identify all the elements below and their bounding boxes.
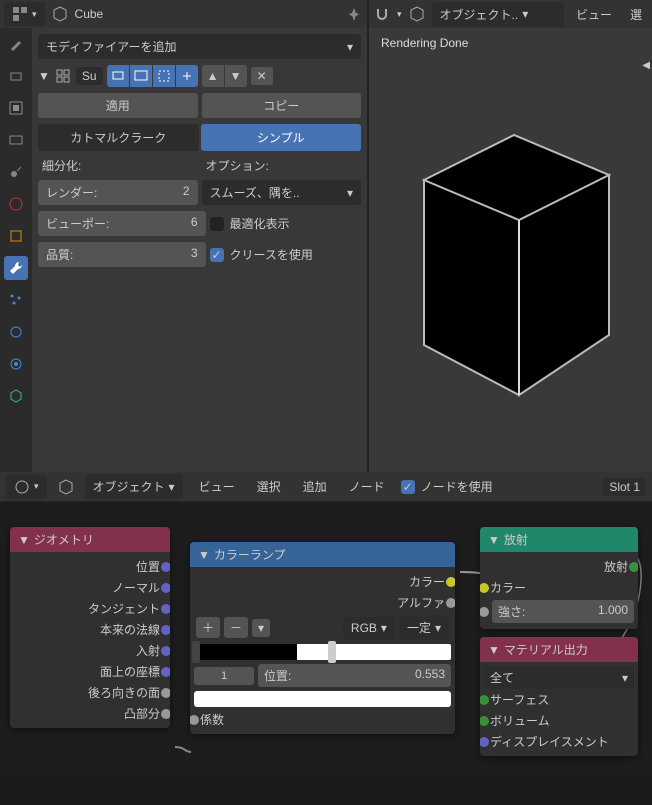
chevron-down-icon[interactable]: ▾ (397, 9, 402, 20)
socket-parametric[interactable]: 面上の座標 (14, 661, 166, 682)
move-down-icon[interactable]: ▼ (225, 65, 247, 87)
color-ramp[interactable] (194, 644, 451, 660)
editor-type-selector[interactable]: ▾ (4, 2, 45, 26)
tab-constraints[interactable] (4, 352, 28, 376)
add-modifier-dropdown[interactable]: モディファイアーを追加▾ (38, 34, 361, 59)
socket-color[interactable]: カラー (484, 577, 634, 598)
node-title: マテリアル出力 (504, 641, 588, 658)
uv-smooth-dropdown[interactable]: スムーズ、隅を..▾ (202, 180, 362, 205)
display-render-icon[interactable] (107, 65, 129, 87)
tab-data[interactable] (4, 384, 28, 408)
socket-volume[interactable]: ボリューム (484, 710, 634, 731)
tab-simple[interactable]: シンプル (201, 124, 362, 151)
optimal-display-checkbox[interactable]: 最適化表示 (210, 213, 362, 234)
socket-tangent[interactable]: タンジェント (14, 598, 166, 619)
node-menu[interactable]: ノード (343, 476, 391, 497)
socket-emission[interactable]: 放射 (484, 556, 634, 577)
select-menu[interactable]: 選 (624, 4, 648, 25)
socket-true-normal[interactable]: 本来の法線 (14, 619, 166, 640)
position-field[interactable]: 位置:0.553 (258, 664, 451, 687)
subdivide-label: 細分化: (38, 157, 198, 174)
remove-stop-icon[interactable]: － (224, 617, 248, 638)
collapse-icon[interactable]: ▼ (38, 69, 50, 83)
modifier-icon (54, 67, 72, 85)
node-title: 放射 (504, 531, 528, 548)
socket-pointiness[interactable]: 凸部分 (14, 703, 166, 724)
color-swatch[interactable] (194, 691, 451, 707)
magnet-icon[interactable] (373, 5, 391, 23)
tab-scene[interactable] (4, 160, 28, 184)
mode-selector[interactable]: オブジェクト▾ (85, 474, 183, 499)
socket-backfacing[interactable]: 後ろ向きの面 (14, 682, 166, 703)
view-menu[interactable]: ビュー (193, 476, 241, 497)
socket-normal[interactable]: ノーマル (14, 577, 166, 598)
use-crease-checkbox[interactable]: ✓クリースを使用 (210, 244, 362, 265)
modifier-name[interactable]: Su (76, 67, 103, 85)
tab-viewlayer[interactable] (4, 128, 28, 152)
socket-strength[interactable]: 強さ:1.000 (484, 598, 634, 625)
node-geometry[interactable]: ▼ジオメトリ 位置 ノーマル タンジェント 本来の法線 入射 面上の座標 後ろ向… (10, 527, 170, 728)
mode-selector[interactable]: オブジェクト..▾ (432, 2, 564, 27)
node-title: ジオメトリ (34, 531, 94, 548)
target-dropdown[interactable]: 全て▾ (484, 666, 634, 689)
socket-displacement[interactable]: ディスプレイスメント (484, 731, 634, 752)
options-label: オプション: (202, 157, 362, 174)
viewport-field[interactable]: ビューポー:6 (38, 211, 206, 236)
delete-modifier-icon[interactable]: ✕ (251, 67, 273, 85)
copy-button[interactable]: コピー (202, 93, 362, 118)
tab-physics[interactable] (4, 320, 28, 344)
select-menu[interactable]: 選択 (251, 476, 287, 497)
tab-catmull[interactable]: カトマルクラーク (38, 124, 199, 151)
quality-field[interactable]: 品質:3 (38, 242, 206, 267)
sidebar-handle[interactable]: ◀ (642, 60, 650, 71)
tab-object[interactable] (4, 224, 28, 248)
apply-button[interactable]: 適用 (38, 93, 198, 118)
socket-factor[interactable]: 係数 (194, 709, 451, 730)
view-menu[interactable]: ビュー (570, 4, 618, 25)
tab-tool[interactable] (4, 32, 28, 56)
socket-color[interactable]: カラー (194, 571, 451, 592)
tab-modifier[interactable] (4, 256, 28, 280)
editor-type-selector[interactable]: ▾ (6, 475, 47, 499)
viewport-cube (409, 120, 619, 400)
tab-render[interactable] (4, 64, 28, 88)
node-colorramp[interactable]: ▼カラーランプ カラー アルファ ＋ － ▾ RGB▾ 一定▾ 1 位置:0.5… (190, 542, 455, 734)
socket-alpha[interactable]: アルファ (194, 592, 451, 613)
socket-surface[interactable]: サーフェス (484, 689, 634, 710)
cube-icon (51, 5, 69, 23)
cube-icon (57, 478, 75, 496)
use-nodes-checkbox[interactable]: ✓ノードを使用 (401, 476, 493, 497)
cube-icon (408, 5, 426, 23)
display-editmode-icon[interactable] (153, 65, 175, 87)
render-field[interactable]: レンダー:2 (38, 180, 198, 205)
tab-output[interactable] (4, 96, 28, 120)
add-stop-icon[interactable]: ＋ (196, 617, 220, 638)
display-cage-icon[interactable] (176, 65, 198, 87)
interp-dropdown[interactable]: 一定▾ (399, 615, 449, 640)
node-title: カラーランプ (214, 546, 286, 563)
node-emission[interactable]: ▼放射 放射 カラー 強さ:1.000 (480, 527, 638, 629)
tab-world[interactable] (4, 192, 28, 216)
stop-index[interactable]: 1 (194, 667, 254, 685)
display-realtime-icon[interactable] (130, 65, 152, 87)
color-mode-dropdown[interactable]: RGB▾ (343, 617, 395, 639)
tab-particles[interactable] (4, 288, 28, 312)
socket-incoming[interactable]: 入射 (14, 640, 166, 661)
slot-selector[interactable]: Slot 1 (603, 478, 646, 496)
move-up-icon[interactable]: ▲ (202, 65, 224, 87)
node-material-output[interactable]: ▼マテリアル出力 全て▾ サーフェス ボリューム ディスプレイスメント (480, 637, 638, 756)
socket-position[interactable]: 位置 (14, 556, 166, 577)
status-text: Rendering Done (369, 28, 652, 58)
menu-icon[interactable]: ▾ (252, 619, 270, 637)
object-name: Cube (75, 7, 104, 21)
add-menu[interactable]: 追加 (297, 476, 333, 497)
pin-icon[interactable] (345, 5, 363, 23)
